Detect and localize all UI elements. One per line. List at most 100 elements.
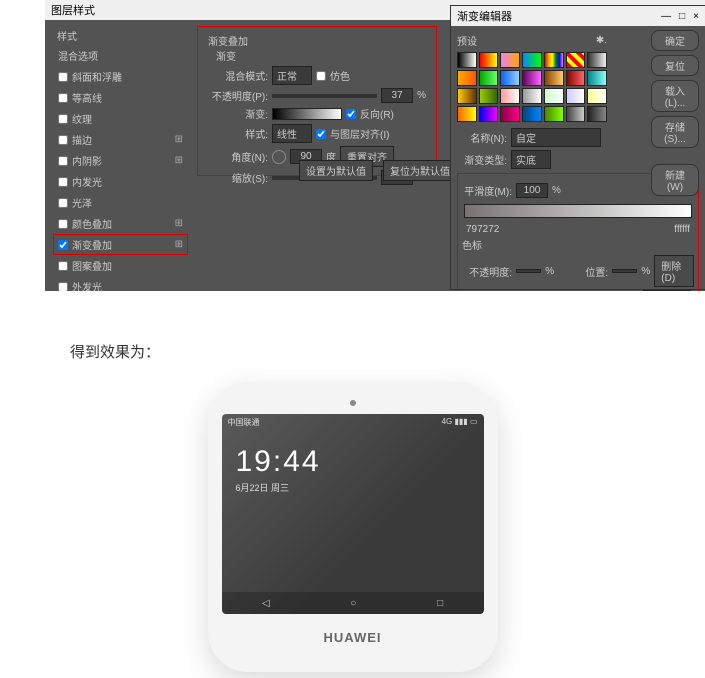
preset-swatch[interactable] [457, 88, 477, 104]
load-button[interactable]: 载入(L)... [651, 80, 699, 112]
style-checkbox[interactable] [58, 282, 68, 292]
preset-swatch[interactable] [566, 70, 586, 86]
preset-swatch[interactable] [522, 106, 542, 122]
plus-icon[interactable]: ⊞ [175, 239, 183, 250]
delete-color-button[interactable]: 删除(D) [643, 290, 691, 291]
preset-swatch[interactable] [500, 52, 520, 68]
reset-default-button[interactable]: 复位为默认值 [383, 160, 457, 181]
overlay-subtitle: 渐变 [216, 48, 426, 63]
style-item[interactable]: 斜面和浮雕 [53, 66, 188, 87]
angle-dial[interactable] [272, 150, 286, 164]
maximize-icon[interactable]: □ [679, 11, 685, 22]
gradient-bar[interactable] [464, 204, 692, 218]
stop-opacity-input[interactable] [516, 269, 541, 273]
nav-bar: ◁ ○ □ [222, 592, 484, 614]
preset-swatch[interactable] [479, 88, 499, 104]
style-item[interactable]: 纹理 [53, 108, 188, 129]
preset-swatch[interactable] [522, 70, 542, 86]
preset-swatch[interactable] [544, 70, 564, 86]
opacity-slider[interactable] [272, 94, 377, 98]
preset-swatch[interactable] [544, 88, 564, 104]
styles-list: 样式 混合选项 斜面和浮雕等高线纹理描边⊞内阴影⊞内发光光泽颜色叠加⊞渐变叠加⊞… [53, 26, 188, 291]
preset-swatch[interactable] [479, 52, 499, 68]
style-item[interactable]: 内阴影⊞ [53, 150, 188, 171]
dither-checkbox[interactable] [316, 71, 326, 81]
blend-options[interactable]: 混合选项 [53, 45, 188, 66]
presets-label: 预设 [457, 33, 477, 48]
ok-button[interactable]: 确定 [651, 30, 699, 51]
brand-label: HUAWEI [222, 630, 484, 645]
align-checkbox[interactable] [316, 129, 326, 139]
preset-swatch[interactable] [566, 106, 586, 122]
gradient-preview[interactable] [272, 108, 342, 120]
reverse-checkbox[interactable] [346, 109, 356, 119]
phone-mockup: 中国联通 4G ▮▮▮ ▭ 19:44 6月22日 周三 ◁ ○ □ HUAWE… [208, 382, 498, 672]
nav-back-icon[interactable]: ◁ [262, 598, 270, 609]
status-bar: 中国联通 4G ▮▮▮ ▭ [222, 414, 484, 431]
preset-swatch[interactable] [544, 52, 564, 68]
style-item[interactable]: 颜色叠加⊞ [53, 213, 188, 234]
name-input[interactable]: 自定 [511, 128, 601, 147]
plus-icon[interactable]: ⊞ [175, 155, 183, 166]
plus-icon[interactable]: ⊞ [175, 218, 183, 229]
smooth-input[interactable]: 100 [516, 183, 548, 198]
nav-home-icon[interactable]: ○ [350, 598, 356, 609]
preset-swatch[interactable] [522, 52, 542, 68]
style-item[interactable]: 内发光 [53, 171, 188, 192]
nav-recent-icon[interactable]: □ [437, 598, 443, 609]
preset-swatch[interactable] [566, 88, 586, 104]
preset-swatch[interactable] [587, 106, 607, 122]
style-item[interactable]: 光泽 [53, 192, 188, 213]
style-checkbox[interactable] [58, 198, 68, 208]
new-button[interactable]: 新建(W) [651, 164, 699, 196]
make-default-button[interactable]: 设置为默认值 [299, 160, 373, 181]
style-checkbox[interactable] [58, 114, 68, 124]
style-item[interactable]: 外发光 [53, 276, 188, 291]
preset-swatch[interactable] [457, 106, 477, 122]
cancel-button[interactable]: 复位 [651, 55, 699, 76]
preset-swatch[interactable] [522, 88, 542, 104]
preset-swatch[interactable] [479, 70, 499, 86]
blend-mode-label: 混合模式: [208, 68, 268, 83]
blend-mode-select[interactable]: 正常 [272, 66, 312, 85]
style-select[interactable]: 线性 [272, 124, 312, 143]
style-checkbox[interactable] [58, 219, 68, 229]
save-button[interactable]: 存储(S)... [651, 116, 699, 148]
minimize-icon[interactable]: — [661, 11, 671, 22]
preset-swatch[interactable] [587, 52, 607, 68]
plus-icon[interactable]: ⊞ [175, 134, 183, 145]
gradient-overlay-section: 渐变叠加 渐变 混合模式: 正常 仿色 不透明度(P): 37 % 渐变: 反向… [197, 26, 437, 176]
preset-swatch[interactable] [587, 88, 607, 104]
editor-close-icon[interactable]: × [693, 11, 699, 22]
preset-swatch[interactable] [457, 52, 477, 68]
preset-swatch[interactable] [587, 70, 607, 86]
style-checkbox[interactable] [58, 240, 68, 250]
style-checkbox[interactable] [58, 156, 68, 166]
style-checkbox[interactable] [58, 93, 68, 103]
style-item[interactable]: 图案叠加 [53, 255, 188, 276]
gradient-label: 渐变: [208, 106, 268, 121]
style-checkbox[interactable] [58, 135, 68, 145]
dither-label: 仿色 [330, 68, 350, 83]
style-item[interactable]: 渐变叠加⊞ [53, 234, 188, 255]
style-checkbox[interactable] [58, 261, 68, 271]
preset-swatch[interactable] [479, 106, 499, 122]
preset-swatch[interactable] [544, 106, 564, 122]
style-item[interactable]: 描边⊞ [53, 129, 188, 150]
clock-time: 19:44 [236, 445, 484, 479]
delete-stop-button[interactable]: 删除(D) [654, 255, 694, 287]
opacity-input[interactable]: 37 [381, 88, 413, 103]
editor-titlebar: 渐变编辑器 — □ × [451, 6, 705, 26]
opacity-label: 不透明度(P): [208, 88, 268, 103]
preset-swatch[interactable] [500, 88, 520, 104]
style-item[interactable]: 等高线 [53, 87, 188, 108]
preset-swatch[interactable] [500, 106, 520, 122]
style-checkbox[interactable] [58, 72, 68, 82]
style-checkbox[interactable] [58, 177, 68, 187]
preset-swatch[interactable] [566, 52, 586, 68]
gear-icon[interactable]: ✱. [596, 35, 607, 46]
preset-swatch[interactable] [457, 70, 477, 86]
preset-swatch[interactable] [500, 70, 520, 86]
stop-pos-input[interactable] [612, 269, 637, 273]
type-select[interactable]: 实底 [511, 150, 551, 169]
